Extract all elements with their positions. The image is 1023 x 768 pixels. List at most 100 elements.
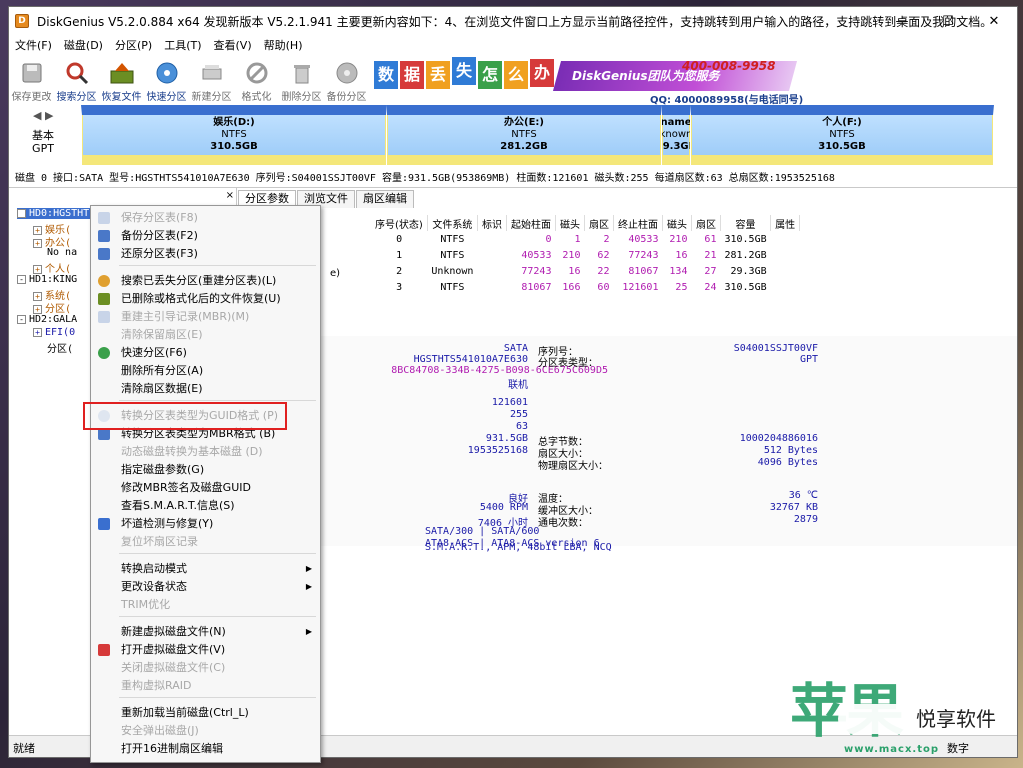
menu-item-reset-bad-sectors[interactable]: 复位坏扇区记录 — [91, 533, 320, 551]
tab-sector-edit[interactable]: 扇区编辑 — [356, 190, 414, 208]
info-features: S.M.A.R.T., APM, 48bit LBA, NCQ — [425, 542, 612, 553]
quick-partition-icon — [154, 60, 180, 86]
disk-type-label: 基本 GPT — [32, 129, 54, 155]
menu-item-recover-files[interactable]: 已删除或格式化后的文件恢复(U) — [91, 290, 320, 308]
info-temp: 36 ℃ — [788, 490, 818, 501]
menu-separator — [119, 553, 316, 554]
search-partition-button[interactable]: 搜索分区 — [54, 55, 99, 103]
tree-item-disk[interactable]: - HD1:KING — [17, 274, 77, 285]
table-row[interactable]: 1 NTFS 40533 210 62 77243 16 21 281.2GB — [371, 247, 800, 263]
disk-nav-arrows[interactable]: ◀ ▶ — [33, 109, 53, 122]
menu-item-rebuild-raid[interactable]: 重构虚拟RAID — [91, 677, 320, 695]
search-lost-icon — [98, 275, 110, 287]
table-row[interactable]: 3 NTFS 81067 166 60 121601 25 24 310.5GB — [371, 279, 800, 295]
highlight-annotation — [83, 402, 287, 430]
search-icon — [64, 60, 90, 86]
menu-tools[interactable]: 工具(T) — [158, 37, 207, 55]
table-row[interactable]: 2 Unknown 77243 16 22 81067 134 27 29.3GB — [371, 263, 800, 279]
menu-separator — [119, 697, 316, 698]
menu-item-trim[interactable]: TRIM优化 — [91, 596, 320, 614]
menu-disk[interactable]: 磁盘(D) — [58, 37, 109, 55]
label-phys-sector: 物理扇区大小： — [538, 461, 608, 472]
close-button[interactable]: ✕ — [971, 7, 1017, 35]
menu-item-delete-all[interactable]: 删除所有分区(A) — [91, 362, 320, 380]
banner-char: 数 — [374, 61, 398, 89]
banner-char: 么 — [504, 61, 528, 89]
delete-partition-button[interactable]: 删除分区 — [279, 55, 324, 103]
tree-item-partition[interactable]: + 个人( — [33, 260, 71, 275]
label-power: 通电次数： — [538, 518, 588, 529]
menu-help[interactable]: 帮助(H) — [258, 37, 309, 55]
banner-char: 怎 — [478, 61, 502, 89]
chevron-right-icon: ▶ — [305, 627, 312, 636]
format-icon — [244, 60, 270, 86]
menu-item-backup-ptable[interactable]: 备份分区表(F2) — [91, 227, 320, 245]
partition-block[interactable]: 娱乐(D:) NTFS 310.5GB — [81, 105, 387, 165]
info-heads: 255 — [509, 409, 528, 420]
menu-item-mbr-signature[interactable]: 修改MBR签名及磁盘GUID — [91, 479, 320, 497]
menu-item-save-ptable[interactable]: 保存分区表(F8) — [91, 209, 320, 227]
banner-phone: 400-008-9958 — [682, 59, 776, 73]
menu-item-disk-params[interactable]: 指定磁盘参数(G) — [91, 461, 320, 479]
close-icon[interactable]: × — [226, 190, 234, 201]
table-header-row: 序号(状态) 文件系统 标识 起始柱面 磁头 扇区 终止柱面 磁头 扇区 容量 … — [371, 215, 801, 231]
menu-item-eject-disk[interactable]: 安全弹出磁盘(J) — [91, 722, 320, 740]
repair-tools-icon — [98, 518, 110, 530]
tree-item-partition[interactable]: + 分区( — [33, 300, 71, 315]
menu-item-dynamic-to-basic[interactable]: 动态磁盘转换为基本磁盘 (D) — [91, 443, 320, 461]
partition-block[interactable]: 办公(E:) NTFS 281.2GB — [386, 105, 662, 165]
format-button[interactable]: 格式化 — [234, 55, 279, 103]
new-partition-button[interactable]: 新建分区 — [189, 55, 234, 103]
info-ptype: GPT — [799, 354, 818, 365]
chevron-right-icon: ▶ — [305, 564, 312, 573]
title-bar: D DiskGenius V5.2.0.884 x64 发现新版本 V5.2.1… — [9, 7, 1017, 35]
partition-table: 序号(状态) 文件系统 标识 起始柱面 磁头 扇区 终止柱面 磁头 扇区 容量 … — [371, 215, 801, 295]
menu-item-bad-sector-repair[interactable]: 坏道检测与修复(Y) — [91, 515, 320, 533]
menu-item-close-vdisk[interactable]: 关闭虚拟磁盘文件(C) — [91, 659, 320, 677]
menu-item-hex-editor[interactable]: 打开16进制扇区编辑 — [91, 740, 320, 758]
partition-block[interactable]: 个人(F:) NTFS 310.5GB — [690, 105, 994, 165]
recover-files-button[interactable]: 恢复文件 — [99, 55, 144, 103]
tree-item-partition[interactable]: No na — [47, 247, 77, 258]
menu-item-open-vdisk[interactable]: 打开虚拟磁盘文件(V) — [91, 641, 320, 659]
new-partition-icon — [199, 60, 225, 86]
save-icon — [19, 60, 45, 86]
watermark-label: 悦享软件 — [838, 704, 1008, 734]
menu-item-smart-info[interactable]: 查看S.M.A.R.T.信息(S) — [91, 497, 320, 515]
menu-file[interactable]: 文件(F) — [9, 37, 58, 55]
disk-info-line: 磁盘 0 接口:SATA 型号:HGSTHTS541010A7E630 序列号:… — [15, 173, 835, 184]
maximize-button[interactable]: ☐ — [925, 7, 971, 35]
menu-item-clear-sectors[interactable]: 清除扇区数据(E) — [91, 380, 320, 398]
tree-item-disk[interactable]: - HD2:GALA — [17, 314, 77, 325]
menu-item-reload-disk[interactable]: 重新加载当前磁盘(Ctrl_L) — [91, 704, 320, 722]
menu-separator — [119, 400, 316, 401]
disk-details-area: SATA HGSTHTS541010A7E630 8BC84708-334B-4… — [238, 336, 1017, 549]
menu-item-clear-reserved[interactable]: 清除保留扇区(E) — [91, 326, 320, 344]
menu-item-quick-partition[interactable]: 快速分区(F6) — [91, 344, 320, 362]
info-total-bytes: 1000204886016 — [739, 433, 818, 444]
backup-table-icon — [98, 230, 110, 242]
menu-partition[interactable]: 分区(P) — [109, 37, 158, 55]
menu-item-boot-mode[interactable]: 转换启动模式 ▶ — [91, 560, 320, 578]
menu-item-device-state[interactable]: 更改设备状态 ▶ — [91, 578, 320, 596]
tree-item-partition[interactable]: 分区( — [47, 340, 73, 355]
menu-item-search-lost[interactable]: 搜索已丢失分区(重建分区表)(L) — [91, 272, 320, 290]
banner-char: 据 — [400, 61, 424, 89]
table-row[interactable]: 0 NTFS 012 40533 210 61 310.5GB — [371, 231, 800, 247]
menu-item-rebuild-mbr[interactable]: 重建主引导记录(MBR)(M) — [91, 308, 320, 326]
status-text: 就绪 — [13, 742, 35, 755]
menu-view[interactable]: 查看(V) — [208, 37, 258, 55]
info-power: 2879 — [793, 514, 818, 525]
minimize-button[interactable]: — — [879, 7, 925, 35]
banner-qq: QQ: 4000089958(与电话同号) — [650, 95, 804, 106]
menu-item-new-vdisk[interactable]: 新建虚拟磁盘文件(N) ▶ — [91, 623, 320, 641]
info-status: 联机 — [508, 380, 528, 391]
info-capacity: 931.5GB — [485, 433, 528, 444]
quick-partition-button[interactable]: 快速分区 — [144, 55, 189, 103]
backup-partition-button[interactable]: 备份分区 — [324, 55, 369, 103]
menu-item-restore-ptable[interactable]: 还原分区表(F3) — [91, 245, 320, 263]
ad-banner[interactable]: 数 据 丢 失 怎 么 办 DiskGenius团队为您服务 400-008-9… — [374, 57, 803, 106]
tree-item-partition[interactable]: + EFI(0 — [33, 327, 75, 338]
partition-block[interactable]: name known 29.3GB — [661, 105, 691, 165]
save-changes-button[interactable]: 保存更改 — [9, 55, 54, 103]
